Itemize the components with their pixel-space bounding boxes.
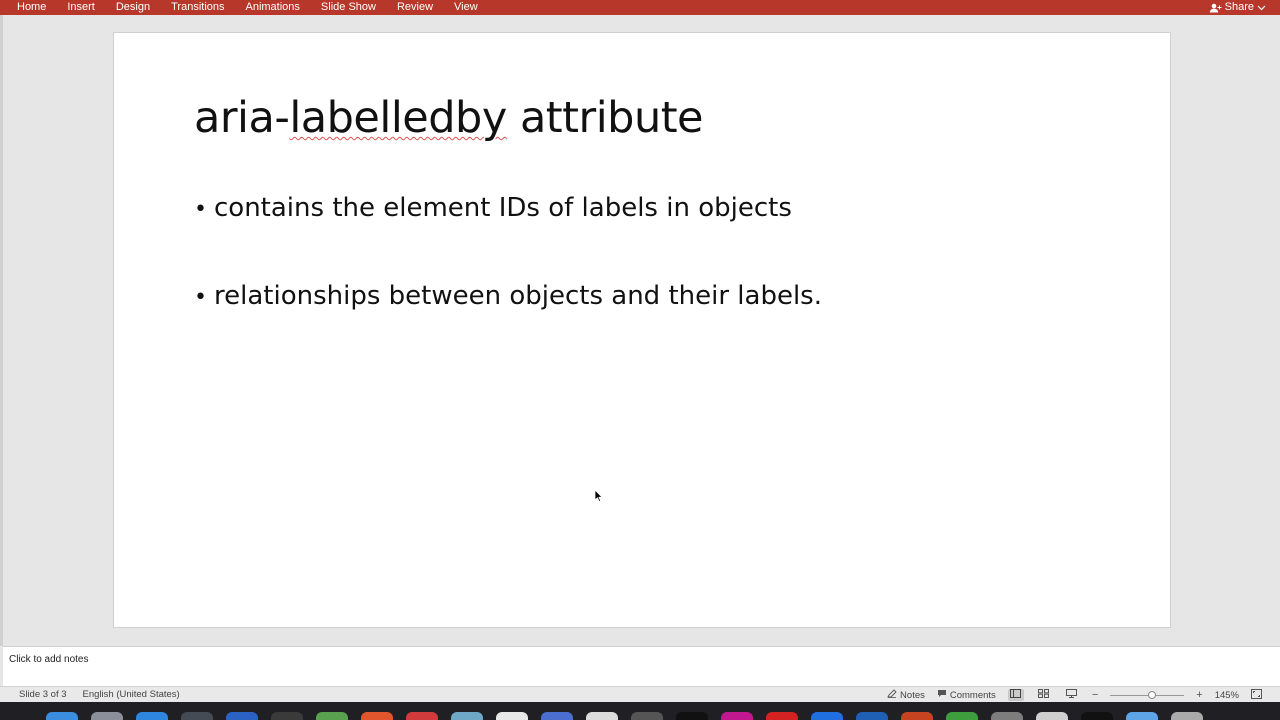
app-icon-white[interactable] (586, 712, 618, 720)
title-misspelled-word: labelledby (289, 93, 507, 143)
zoom-in-button[interactable]: + (1196, 689, 1202, 701)
add-person-icon (1209, 3, 1222, 13)
fit-window-icon (1251, 688, 1262, 702)
tab-design[interactable]: Design (116, 0, 150, 15)
terminal-icon[interactable] (1081, 712, 1113, 720)
launchpad-icon[interactable] (91, 712, 123, 720)
tab-insert[interactable]: Insert (67, 0, 95, 15)
slide-sorter-button[interactable] (1036, 689, 1052, 701)
app-icon-red[interactable] (406, 712, 438, 720)
notes-placeholder: Click to add notes (9, 654, 89, 665)
app-icon-green[interactable] (316, 712, 348, 720)
folder-icon[interactable] (1126, 712, 1158, 720)
normal-view-button[interactable] (1007, 689, 1024, 701)
language-indicator[interactable]: English (United States) (83, 689, 180, 700)
slide-title[interactable]: aria-labelledby attribute (194, 93, 704, 143)
notes-app-icon[interactable] (496, 712, 528, 720)
bullet-glyph: • (194, 197, 207, 222)
tab-animations[interactable]: Animations (246, 0, 300, 15)
bullet-item: • relationships between objects and thei… (194, 281, 822, 311)
notes-toggle-button[interactable]: Notes (887, 689, 925, 701)
mouse-pointer-icon (594, 489, 604, 508)
tab-home[interactable]: Home (17, 0, 46, 15)
bullet-text: contains the element IDs of labels in ob… (214, 193, 792, 223)
word-icon[interactable] (226, 712, 258, 720)
status-bar: Slide 3 of 3 English (United States) Not… (0, 686, 1280, 702)
fit-to-window-button[interactable] (1251, 688, 1262, 702)
download-icon[interactable] (946, 712, 978, 720)
tab-review[interactable]: Review (397, 0, 433, 15)
notes-pane[interactable]: Click to add notes (3, 646, 1280, 686)
app-icon-magenta[interactable] (721, 712, 753, 720)
notes-icon (887, 689, 897, 701)
tab-transitions[interactable]: Transitions (171, 0, 224, 15)
title-text-part: attribute (506, 93, 704, 143)
zoom-slider-thumb[interactable] (1148, 691, 1157, 699)
bullet-text: relationships between objects and their … (214, 281, 822, 311)
app-icon-blue2[interactable] (811, 712, 843, 720)
notes-toggle-label: Notes (900, 689, 925, 701)
zoom-level[interactable]: 145% (1215, 690, 1239, 701)
title-text-part: aria- (194, 93, 290, 143)
comment-icon (937, 689, 947, 701)
zoom-out-button[interactable]: − (1092, 689, 1098, 701)
app-icon-orange[interactable] (361, 712, 393, 720)
reading-view-button[interactable] (1064, 689, 1080, 701)
ribbon-tabs: Home Insert Design Transitions Animation… (0, 0, 499, 15)
slide-canvas[interactable]: aria-labelledby attribute • contains the… (113, 32, 1171, 628)
ribbon-tab-bar: Home Insert Design Transitions Animation… (0, 0, 1280, 15)
tab-view[interactable]: View (454, 0, 478, 15)
comments-toggle-button[interactable]: Comments (937, 689, 996, 701)
acrobat-icon[interactable] (766, 712, 798, 720)
outlook-icon[interactable] (856, 712, 888, 720)
powerpoint-icon[interactable] (901, 712, 933, 720)
app-icon-gray[interactable] (631, 712, 663, 720)
trash-icon[interactable] (1171, 712, 1203, 720)
bullet-item: • contains the element IDs of labels in … (194, 193, 792, 223)
printer-icon[interactable] (1036, 712, 1068, 720)
bullet-glyph: • (194, 285, 207, 310)
photo-icon[interactable] (181, 712, 213, 720)
share-button[interactable]: Share (1209, 0, 1266, 15)
reading-view-icon (1066, 689, 1078, 701)
preview-icon[interactable] (451, 712, 483, 720)
slide-indicator: Slide 3 of 3 (19, 689, 67, 700)
comments-toggle-label: Comments (949, 689, 996, 701)
slide-sorter-icon (1038, 689, 1050, 701)
chevron-down-icon (1257, 5, 1266, 11)
tab-slide-show[interactable]: Slide Show (321, 0, 376, 15)
app-icon-black[interactable] (676, 712, 708, 720)
finder-icon[interactable] (46, 712, 78, 720)
normal-view-icon (1010, 689, 1022, 701)
safari-icon[interactable] (136, 712, 168, 720)
zoom-slider-track (1110, 695, 1185, 696)
zoom-slider[interactable] (1110, 689, 1185, 701)
settings-icon[interactable] (991, 712, 1023, 720)
app-icon-dark[interactable] (271, 712, 303, 720)
macos-dock (0, 702, 1280, 720)
app-icon-blue[interactable] (541, 712, 573, 720)
share-label: Share (1224, 1, 1254, 13)
